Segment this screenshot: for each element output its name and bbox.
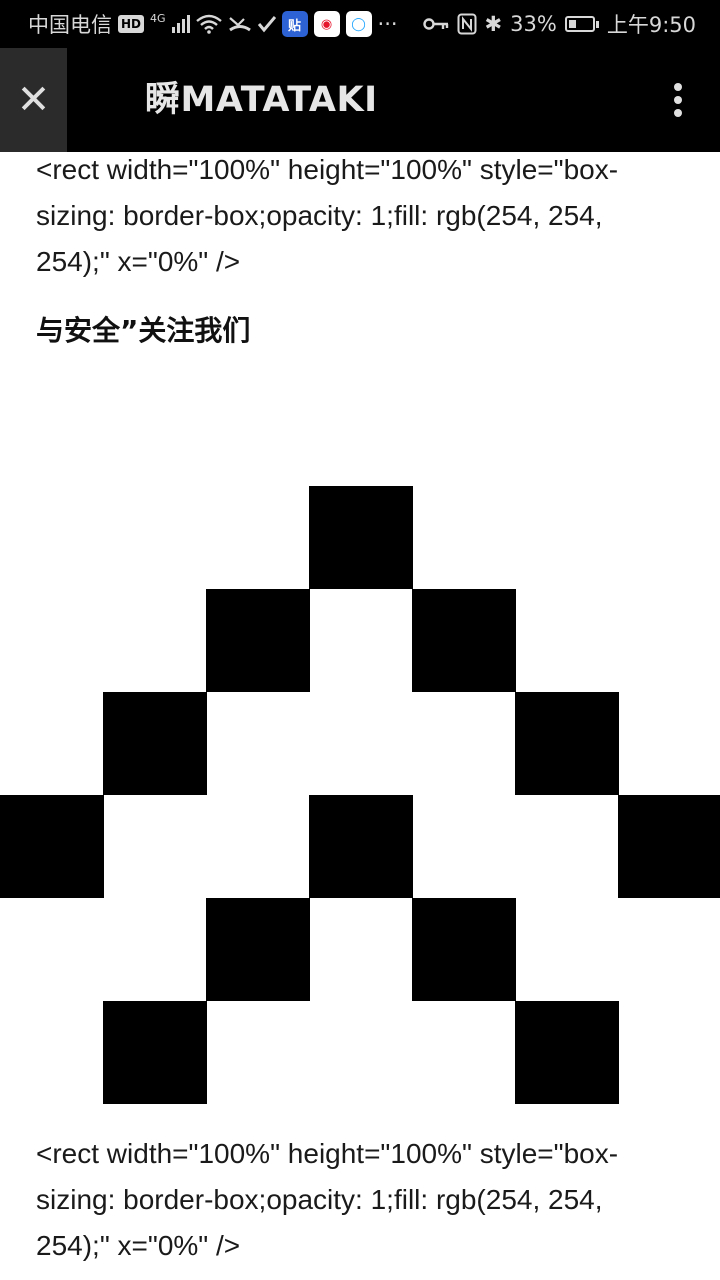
- status-bar: 中国电信 HD 4G 贴 ◉ ◯ ··· ✱ 33% 上午9:50: [0, 0, 720, 48]
- more-notifications-icon: ···: [377, 12, 398, 36]
- battery-icon: [564, 16, 599, 32]
- key-icon: [422, 18, 448, 30]
- more-options-button[interactable]: [666, 83, 690, 117]
- raw-svg-code-text: <rect width="100%" height="100%" style="…: [36, 154, 619, 277]
- hd-icon: HD: [118, 15, 145, 33]
- battery-percent: 33%: [510, 12, 557, 36]
- clock: 上午9:50: [606, 13, 696, 37]
- pixel-pattern-image: [0, 486, 720, 1106]
- title-bar: ✕ 瞬MATATAKI: [0, 48, 720, 152]
- qq-browser-icon: ◯: [345, 11, 372, 37]
- carrier-label: 中国电信: [28, 13, 112, 37]
- wifi-icon: [195, 14, 222, 34]
- status-bar-left: 中国电信 HD 4G 贴 ◉ ◯ ···: [28, 0, 398, 48]
- vertical-dots-icon: [674, 83, 682, 91]
- bluetooth-icon: ✱: [484, 12, 503, 36]
- weibo-icon: ◉: [313, 11, 340, 37]
- tieba-icon: 贴: [281, 11, 308, 37]
- page-title: 瞬MATATAKI: [145, 80, 378, 120]
- missed-call-icon: [228, 17, 251, 32]
- article-heading: 与安全”关注我们: [36, 314, 251, 347]
- signal-icon: [171, 15, 190, 33]
- raw-svg-code-text: <rect width="100%" height="100%" style="…: [36, 1138, 619, 1261]
- check-icon: [257, 16, 276, 33]
- nfc-icon: [457, 13, 477, 35]
- article-content[interactable]: <rect width="100%" height="100%" style="…: [0, 152, 720, 1280]
- close-button[interactable]: ✕: [0, 48, 67, 152]
- network-type-label: 4G: [150, 11, 166, 25]
- status-bar-right: ✱ 33% 上午9:50: [422, 0, 696, 48]
